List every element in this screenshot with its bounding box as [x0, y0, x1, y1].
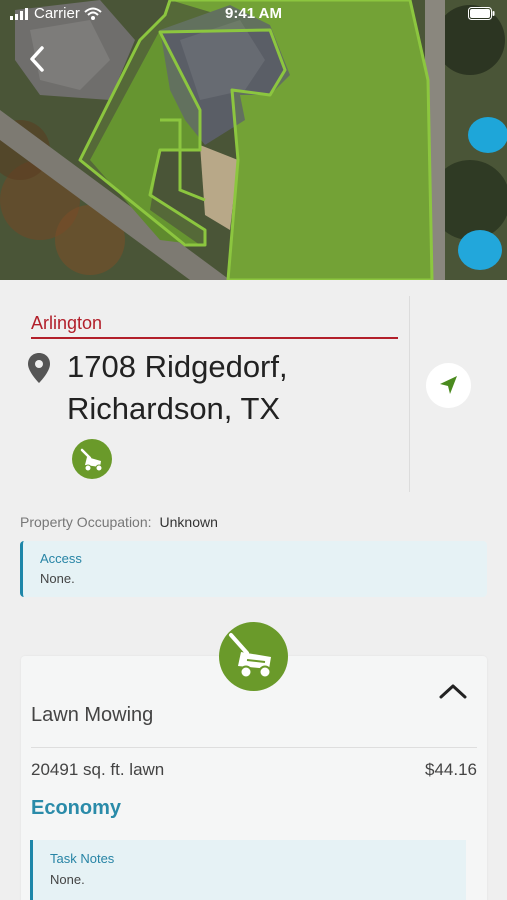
occupation-label: Property Occupation:: [20, 514, 152, 530]
service-tier: Economy: [31, 797, 122, 819]
access-title: Access: [40, 551, 82, 566]
access-info-box: Access None.: [20, 541, 487, 597]
task-notes-value: None.: [50, 872, 85, 887]
lawn-mower-icon: [229, 633, 272, 679]
battery-icon: [468, 7, 495, 24]
lawn-mower-icon: [80, 448, 103, 472]
navigate-button[interactable]: [426, 363, 471, 408]
service-title: Lawn Mowing: [31, 704, 154, 726]
service-divider: [31, 747, 477, 748]
satellite-map[interactable]: Carrier 9:41 AM: [0, 0, 507, 280]
status-bar: Carrier 9:41 AM: [0, 0, 507, 28]
region-divider: [31, 337, 398, 339]
task-notes-box: Task Notes None.: [30, 840, 466, 900]
service-price: $44.16: [425, 760, 477, 779]
satellite-imagery: [0, 0, 507, 280]
task-notes-title: Task Notes: [50, 851, 115, 866]
collapse-button[interactable]: [437, 682, 469, 707]
chevron-up-icon: [439, 684, 467, 699]
vertical-divider: [409, 296, 410, 492]
occupation-row: Property Occupation: Unknown: [20, 514, 218, 530]
occupation-value: Unknown: [159, 514, 218, 530]
region-label: Arlington: [31, 313, 103, 333]
back-chevron-icon: [30, 46, 44, 72]
back-button[interactable]: [20, 42, 54, 76]
property-detail-screen: Carrier 9:41 AM Arlington 1708 Ridgedorf…: [0, 0, 507, 900]
status-time: 9:41 AM: [225, 5, 282, 22]
lawn-mower-badge: [72, 439, 112, 479]
lawn-size: 20491 sq. ft. lawn: [31, 760, 165, 779]
service-icon: [219, 622, 288, 691]
property-address: 1708 Ridgedorf, Richardson, TX: [67, 349, 288, 426]
navigation-arrow-icon: [440, 376, 457, 394]
location-pin-icon: [28, 353, 50, 388]
access-value: None.: [40, 571, 75, 586]
